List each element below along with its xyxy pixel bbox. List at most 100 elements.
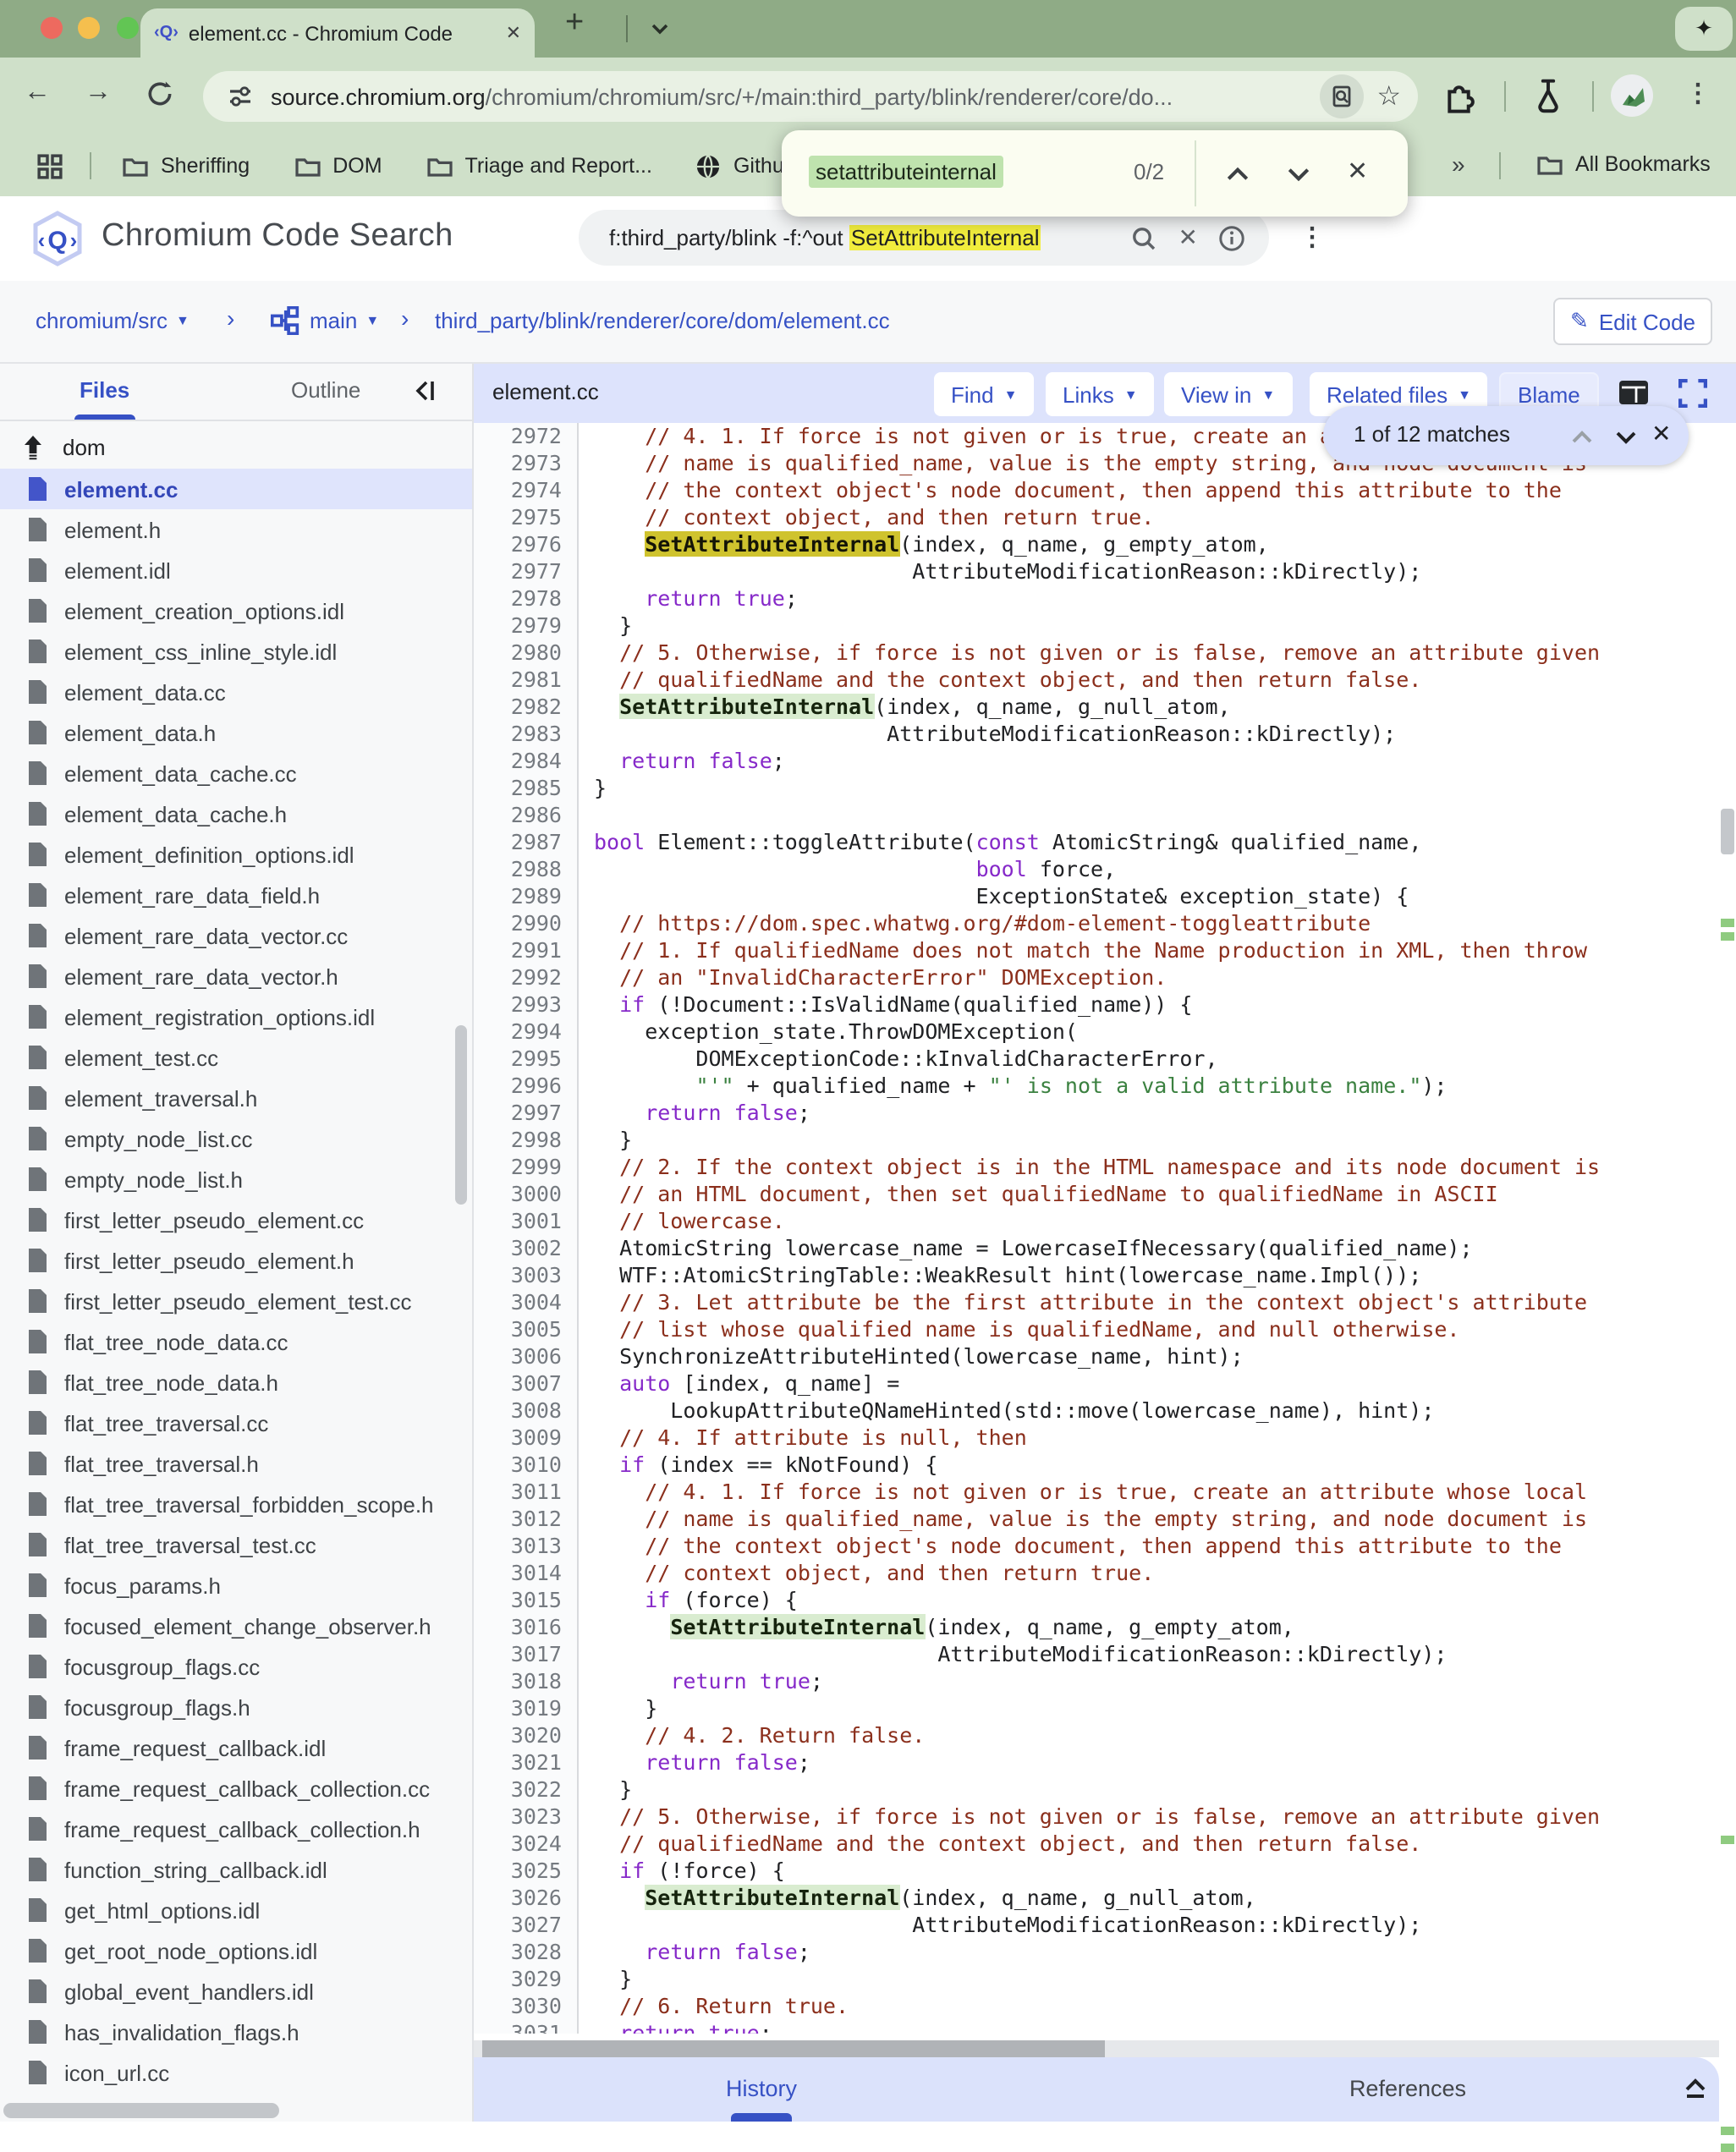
reload-icon[interactable] xyxy=(146,80,174,108)
url-text[interactable]: source.chromium.org/chromium/chromium/sr… xyxy=(271,84,1319,109)
line-number[interactable]: 3000 xyxy=(474,1181,579,1208)
file-item[interactable]: focusgroup_flags.cc xyxy=(0,1646,472,1687)
line-number[interactable]: 3012 xyxy=(474,1506,579,1533)
line-number[interactable]: 2981 xyxy=(474,667,579,694)
find-next-icon[interactable] xyxy=(1286,166,1311,183)
site-settings-icon[interactable] xyxy=(227,83,254,110)
line-number[interactable]: 2993 xyxy=(474,991,579,1018)
bookmark-item[interactable]: Sheriffing xyxy=(122,154,250,178)
line-number[interactable]: 2974 xyxy=(474,477,579,504)
line-number[interactable]: 2987 xyxy=(474,829,579,856)
clear-query-icon[interactable]: ✕ xyxy=(1178,223,1198,252)
bookmark-star-icon[interactable]: ☆ xyxy=(1376,80,1401,113)
file-item[interactable]: element_creation_options.idl xyxy=(0,590,472,631)
tab-history[interactable]: History xyxy=(694,2076,829,2101)
file-item[interactable]: element_definition_options.idl xyxy=(0,834,472,875)
line-number[interactable]: 3021 xyxy=(474,1749,579,1776)
line-number[interactable]: 2973 xyxy=(474,450,579,477)
breadcrumb-branch[interactable]: main▼ xyxy=(310,308,379,333)
file-item[interactable]: flat_tree_traversal.cc xyxy=(0,1403,472,1443)
file-item[interactable]: has_invalidation_flags.h xyxy=(0,2012,472,2052)
scrollbar-thumb[interactable] xyxy=(1721,809,1734,854)
line-number[interactable]: 3023 xyxy=(474,1803,579,1831)
edit-code-button[interactable]: ✎Edit Code xyxy=(1553,298,1712,345)
file-item[interactable]: element_rare_data_vector.h xyxy=(0,956,472,996)
file-item[interactable]: element_rare_data_field.h xyxy=(0,875,472,915)
sidebar-vertical-scrollbar[interactable] xyxy=(455,1025,467,1205)
line-number[interactable]: 2975 xyxy=(474,504,579,531)
line-number[interactable]: 3027 xyxy=(474,1912,579,1939)
line-number[interactable]: 2980 xyxy=(474,640,579,667)
line-number[interactable]: 3017 xyxy=(474,1641,579,1668)
find-in-page-active-button[interactable] xyxy=(1319,74,1363,118)
tab-organize-button[interactable]: ✦ xyxy=(1675,7,1733,51)
parent-directory-item[interactable]: dom xyxy=(0,425,472,469)
file-item[interactable]: focusgroup_flags.h xyxy=(0,1687,472,1727)
collapse-bottom-panel-icon[interactable] xyxy=(1682,2074,1709,2101)
file-item[interactable]: element_data.cc xyxy=(0,672,472,712)
line-number[interactable]: 3004 xyxy=(474,1289,579,1316)
fullscreen-icon[interactable] xyxy=(1678,379,1707,408)
find-query-input[interactable]: setattributeinternal xyxy=(809,156,1003,188)
line-number[interactable]: 2996 xyxy=(474,1073,579,1100)
new-tab-button[interactable]: + xyxy=(565,5,584,42)
line-number[interactable]: 3010 xyxy=(474,1452,579,1479)
file-item[interactable]: global_event_handlers.idl xyxy=(0,1971,472,2012)
line-number[interactable]: 3016 xyxy=(474,1614,579,1641)
tab-outline[interactable]: Outline xyxy=(291,377,360,403)
close-matches-icon[interactable]: ✕ xyxy=(1651,420,1671,448)
bookmark-item[interactable]: DOM xyxy=(294,154,382,178)
tab-close-icon[interactable]: ✕ xyxy=(506,22,521,44)
line-number[interactable]: 3026 xyxy=(474,1885,579,1912)
line-number[interactable]: 2979 xyxy=(474,612,579,640)
line-number[interactable]: 2986 xyxy=(474,802,579,829)
file-item[interactable]: empty_node_list.cc xyxy=(0,1118,472,1159)
apps-grid-icon[interactable] xyxy=(37,153,63,178)
sidebar-horizontal-scrollbar[interactable] xyxy=(3,2103,279,2118)
file-item[interactable]: frame_request_callback_collection.cc xyxy=(0,1768,472,1809)
url-bar[interactable]: source.chromium.org/chromium/chromium/sr… xyxy=(203,71,1418,122)
line-number[interactable]: 2977 xyxy=(474,558,579,585)
tab-files[interactable]: Files xyxy=(80,377,129,403)
file-item[interactable]: function_string_callback.idl xyxy=(0,1849,472,1890)
line-number[interactable]: 2983 xyxy=(474,721,579,748)
next-match-icon[interactable] xyxy=(1614,430,1638,445)
browser-tab[interactable]: ‹Q› element.cc - Chromium Code ✕ xyxy=(140,8,535,58)
line-number[interactable]: 3031 xyxy=(474,2020,579,2034)
file-item[interactable]: first_letter_pseudo_element.h xyxy=(0,1240,472,1281)
file-item[interactable]: empty_node_list.h xyxy=(0,1159,472,1200)
line-number[interactable]: 2992 xyxy=(474,964,579,991)
breadcrumb-repo[interactable]: chromium/src▼ xyxy=(36,308,190,333)
file-item[interactable]: flat_tree_traversal_test.cc xyxy=(0,1524,472,1565)
line-number[interactable]: 3030 xyxy=(474,1993,579,2020)
file-item[interactable]: element_data_cache.h xyxy=(0,793,472,834)
info-icon[interactable] xyxy=(1218,224,1245,251)
file-item[interactable]: focus_params.h xyxy=(0,1565,472,1606)
minimize-window-button[interactable] xyxy=(78,17,100,39)
breadcrumb-path[interactable]: third_party/blink/renderer/core/dom/elem… xyxy=(435,308,890,333)
line-number[interactable]: 3029 xyxy=(474,1966,579,1993)
line-number[interactable]: 2982 xyxy=(474,694,579,721)
codesearch-query-input[interactable]: f:third_party/blink -f:^out SetAttribute… xyxy=(579,210,1269,266)
file-item[interactable]: element_rare_data_vector.cc xyxy=(0,915,472,956)
line-number[interactable]: 3006 xyxy=(474,1343,579,1370)
line-number[interactable]: 3015 xyxy=(474,1587,579,1614)
file-item[interactable]: icon_url.cc xyxy=(0,2052,472,2093)
tab-search-chevron-icon[interactable] xyxy=(650,22,670,36)
view-in-button[interactable]: View in▼ xyxy=(1164,372,1292,416)
browser-menu-icon[interactable]: ⋮ xyxy=(1685,78,1711,108)
line-number[interactable]: 3002 xyxy=(474,1235,579,1262)
line-number[interactable]: 3001 xyxy=(474,1208,579,1235)
line-number[interactable]: 2988 xyxy=(474,856,579,883)
file-item[interactable]: element_registration_options.idl xyxy=(0,996,472,1037)
line-number[interactable]: 2976 xyxy=(474,531,579,558)
bookmarks-overflow-icon[interactable]: » xyxy=(1452,151,1465,178)
file-item[interactable]: flat_tree_traversal_forbidden_scope.h xyxy=(0,1484,472,1524)
line-number[interactable]: 3024 xyxy=(474,1831,579,1858)
all-bookmarks-button[interactable]: All Bookmarks xyxy=(1536,152,1711,176)
find-button[interactable]: Find▼ xyxy=(934,372,1034,416)
line-number[interactable]: 3008 xyxy=(474,1397,579,1425)
bookmark-item[interactable]: Triage and Report... xyxy=(426,154,652,178)
file-item[interactable]: focused_element_change_observer.h xyxy=(0,1606,472,1646)
line-number[interactable]: 2984 xyxy=(474,748,579,775)
